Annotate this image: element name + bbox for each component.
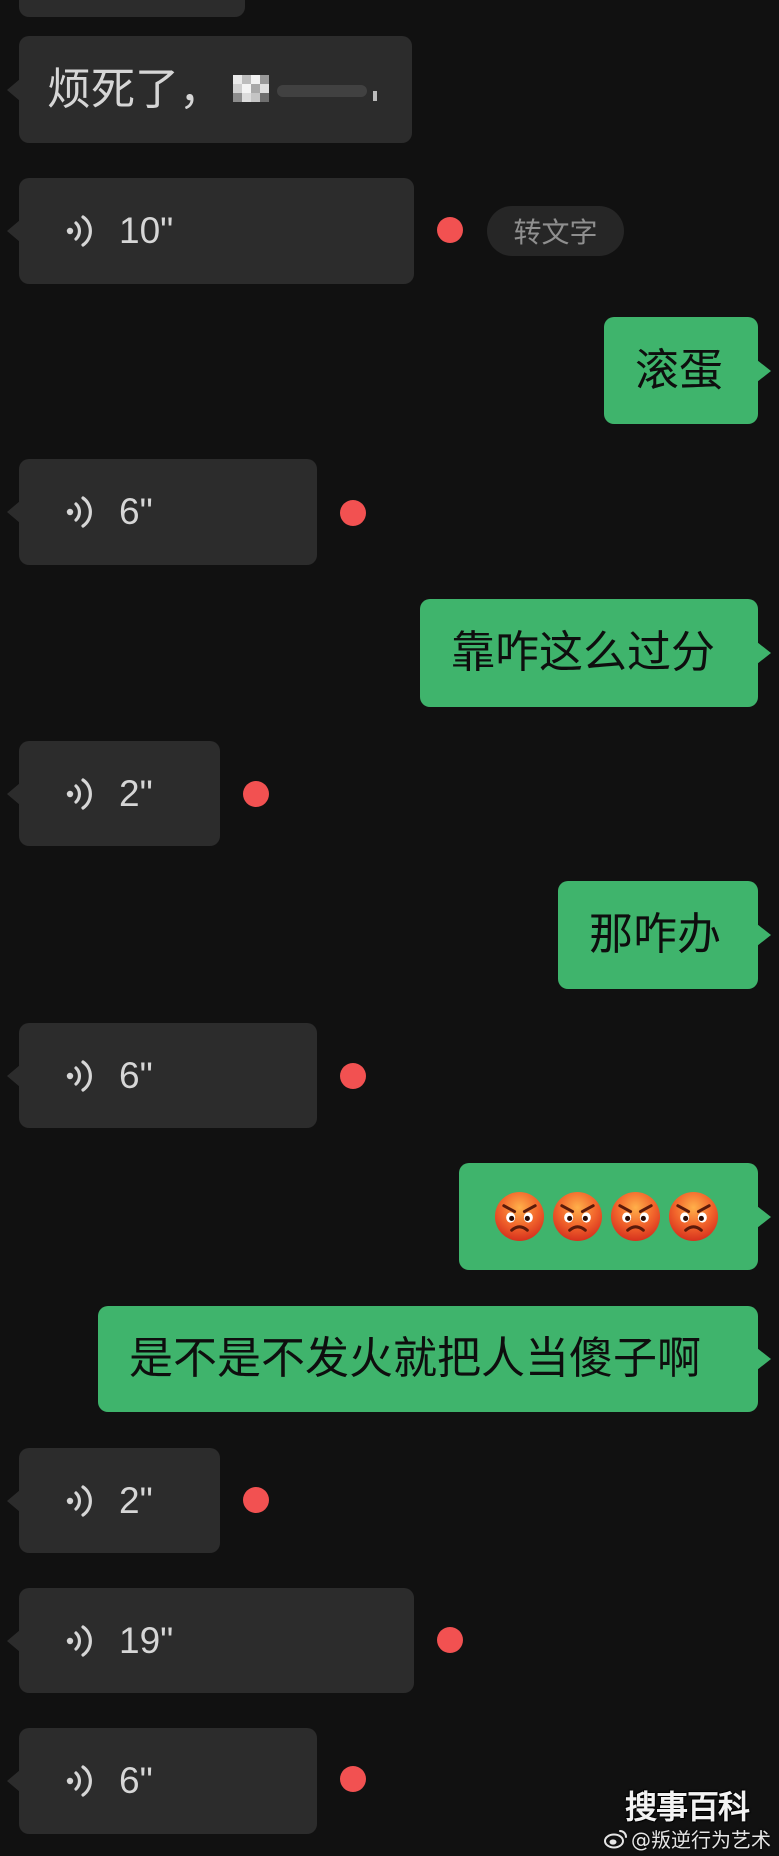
voice-wave-icon xyxy=(66,496,92,528)
message-text: 烦死了， xyxy=(47,63,223,115)
received-text-bubble[interactable]: 烦死了， xyxy=(7,36,412,143)
voice-duration: 6" xyxy=(119,1760,153,1801)
angry-face-icon xyxy=(494,1191,545,1242)
censored-text-mosaic xyxy=(233,69,393,111)
voice-duration: 2" xyxy=(119,1479,153,1521)
unread-dot xyxy=(243,1487,269,1513)
unread-dot xyxy=(340,1063,366,1089)
watermark-logo: 搜事百科 xyxy=(624,1788,750,1826)
watermark-handle-text: @叛逆行为艺术 xyxy=(631,1828,771,1852)
unread-dot xyxy=(437,217,463,243)
unread-dot xyxy=(243,781,269,807)
sent-text-bubble[interactable]: 靠咋这么过分 xyxy=(420,599,771,707)
weibo-icon xyxy=(604,1829,627,1848)
voice-wave-icon xyxy=(66,1059,92,1092)
voice-duration: 10" xyxy=(119,210,174,251)
message-text: 滚蛋 xyxy=(635,344,723,396)
voice-wave-icon xyxy=(66,1624,92,1657)
voice-message[interactable]: 6" xyxy=(7,1023,317,1128)
voice-message[interactable]: 10" xyxy=(7,178,414,284)
watermark-handle: @叛逆行为艺术 xyxy=(604,1824,771,1853)
sent-emoji-bubble[interactable] xyxy=(459,1163,771,1270)
voice-message[interactable]: 19" xyxy=(7,1588,414,1693)
angry-face-icon xyxy=(552,1191,603,1242)
voice-wave-icon xyxy=(66,215,92,247)
voice-duration: 19" xyxy=(119,1619,174,1661)
message-text: 那咋办 xyxy=(589,909,721,960)
voice-message[interactable]: 6" xyxy=(7,1728,317,1834)
angry-face-icon xyxy=(610,1191,661,1242)
unread-dot xyxy=(340,1766,366,1792)
voice-message[interactable]: 6" xyxy=(7,459,317,565)
voice-duration: 2" xyxy=(119,772,153,814)
voice-duration: 6" xyxy=(119,1054,153,1096)
voice-duration: 6" xyxy=(119,491,153,532)
sent-text-bubble[interactable]: 那咋办 xyxy=(558,881,771,989)
emoji-row xyxy=(490,1190,720,1243)
sent-text-bubble[interactable]: 是不是不发火就把人当傻子啊 xyxy=(98,1306,771,1412)
voice-wave-icon xyxy=(66,777,92,810)
voice-wave-icon xyxy=(66,1765,92,1797)
voice-message[interactable]: 2" xyxy=(7,1448,220,1553)
voice-wave-icon xyxy=(66,1484,92,1517)
unread-dot xyxy=(437,1627,463,1653)
transcribe-button[interactable]: 转文字 xyxy=(487,206,624,256)
unread-dot xyxy=(340,500,366,526)
message-text: 是不是不发火就把人当傻子啊 xyxy=(129,1333,701,1384)
message-bubble-cut-off[interactable] xyxy=(19,0,245,17)
voice-message[interactable]: 2" xyxy=(7,741,220,846)
angry-face-icon xyxy=(668,1191,719,1242)
message-text: 靠咋这么过分 xyxy=(451,627,715,678)
sent-text-bubble[interactable]: 滚蛋 xyxy=(604,317,771,424)
